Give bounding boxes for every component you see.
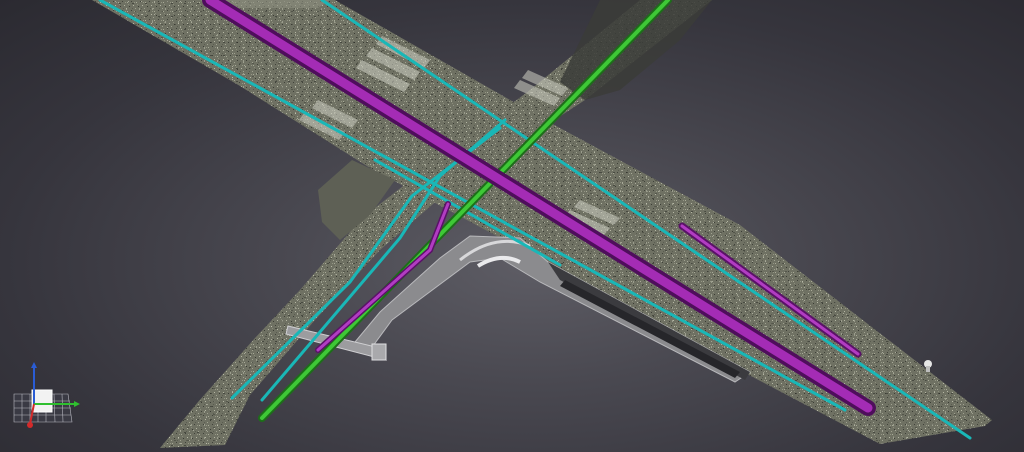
z-axis-arrow-icon <box>31 362 37 368</box>
3d-viewport[interactable] <box>0 0 1024 452</box>
point-cloud-ground <box>92 0 992 448</box>
y-axis-arrow-icon <box>27 422 33 428</box>
axis-triad-icon[interactable] <box>8 358 88 430</box>
tunnel-portal <box>371 343 387 361</box>
point-cloud-scene[interactable] <box>0 0 1024 452</box>
x-axis-arrow-icon <box>74 401 80 407</box>
